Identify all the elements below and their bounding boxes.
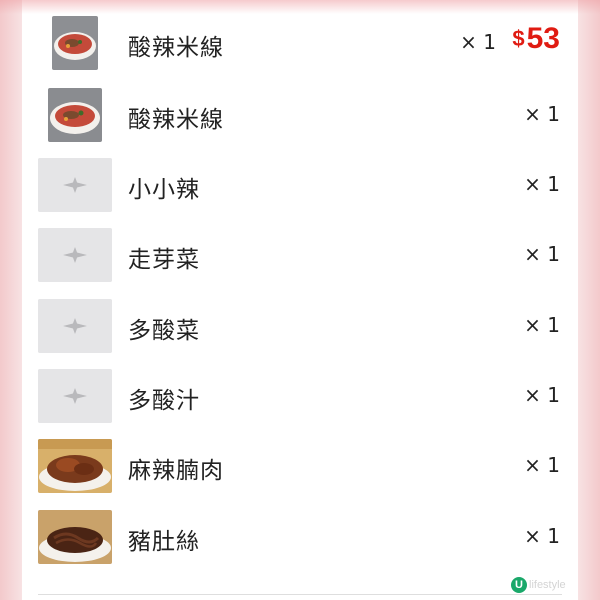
order-item-main[interactable]: 酸辣米線 × 1 $53 (22, 16, 578, 86)
item-name: 酸辣米線 (128, 35, 224, 61)
watermark: Ulifestyle (511, 574, 566, 593)
item-quantity: × 1 (460, 30, 496, 54)
divider (38, 594, 562, 595)
order-item[interactable]: 多酸菜 × 1 (22, 299, 578, 369)
order-item[interactable]: 多酸汁 × 1 (22, 369, 578, 439)
item-quantity: × 1 (524, 102, 560, 126)
placeholder-image-icon (38, 158, 112, 212)
noodle-bowl-image (52, 16, 98, 70)
item-name: 豬肚絲 (128, 529, 200, 555)
placeholder-image-icon (38, 369, 112, 423)
item-quantity: × 1 (524, 524, 560, 548)
item-name: 酸辣米線 (128, 107, 224, 133)
item-quantity: × 1 (524, 453, 560, 477)
item-quantity: × 1 (524, 242, 560, 266)
order-item[interactable]: 酸辣米線 × 1 (22, 88, 578, 158)
order-item[interactable]: 麻辣腩肉 × 1 (22, 439, 578, 509)
placeholder-image-icon (38, 299, 112, 353)
item-price: $53 (512, 22, 560, 56)
item-name: 多酸菜 (128, 318, 200, 344)
order-item[interactable]: 豬肚絲 × 1 (22, 510, 578, 580)
noodle-bowl-image (48, 88, 102, 142)
item-name: 小小辣 (128, 177, 200, 203)
braised-pork-image (38, 439, 112, 493)
price-currency: $ (512, 26, 525, 51)
item-quantity: × 1 (524, 383, 560, 407)
item-name: 走芽菜 (128, 247, 200, 273)
price-value: 53 (526, 22, 560, 55)
watermark-text: lifestyle (529, 578, 566, 591)
brand-logo-icon: U (511, 576, 527, 593)
item-name: 多酸汁 (128, 388, 200, 414)
placeholder-image-icon (38, 228, 112, 282)
item-name: 麻辣腩肉 (128, 458, 224, 484)
order-item[interactable]: 走芽菜 × 1 (22, 228, 578, 298)
item-quantity: × 1 (524, 313, 560, 337)
pork-tripe-image (38, 510, 112, 564)
item-quantity: × 1 (524, 172, 560, 196)
order-item[interactable]: 小小辣 × 1 (22, 158, 578, 228)
